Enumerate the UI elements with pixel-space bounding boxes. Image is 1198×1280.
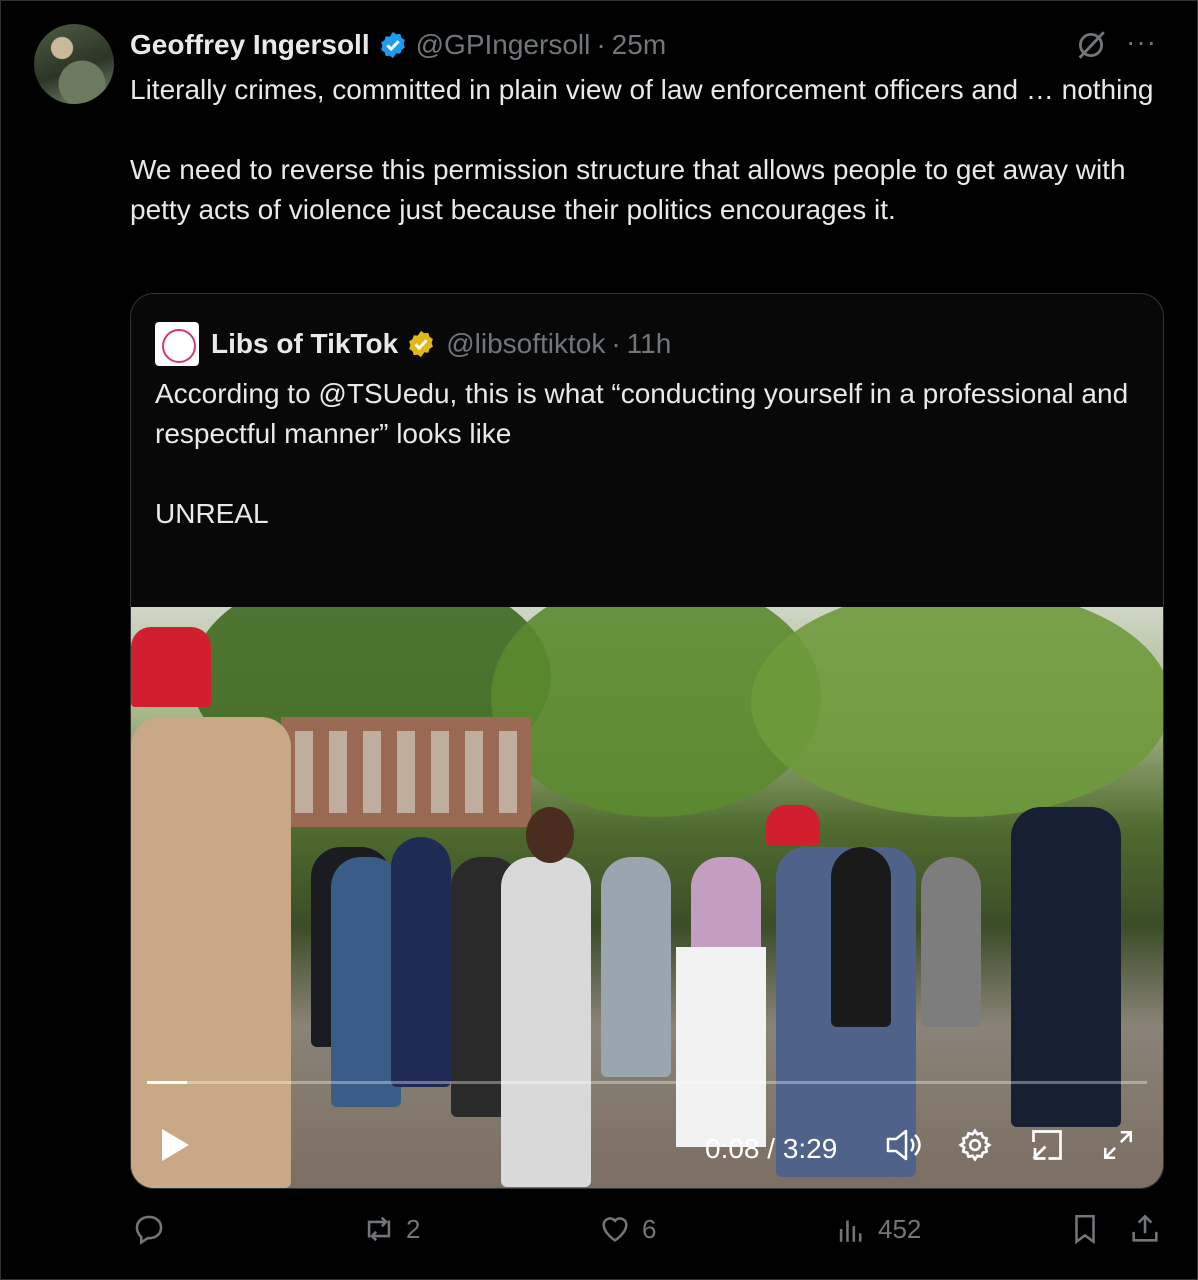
share-icon [1132, 1214, 1158, 1242]
bookmark-button[interactable] [1068, 1212, 1112, 1246]
scene-person [921, 857, 981, 1027]
video-progress-bar[interactable] [147, 1081, 1147, 1084]
scene-police-officer [1011, 807, 1121, 1127]
scene-red-cap [766, 805, 820, 845]
grok-icon[interactable] [1074, 28, 1108, 62]
bookmark-icon [1075, 1214, 1095, 1245]
scene-sign [676, 947, 766, 1147]
like-button[interactable]: 6 [598, 1212, 656, 1246]
settings-button[interactable] [957, 1123, 993, 1167]
quoted-time[interactable]: 11h [627, 328, 672, 360]
quoted-header: Libs of TikTok @libsoftiktok · 11h [155, 322, 671, 366]
video-player[interactable]: 0:08 / 3:29 [131, 607, 1163, 1188]
scene-person [501, 857, 591, 1187]
scene-building [281, 717, 531, 827]
gear-icon [958, 1128, 992, 1162]
tweet-actions: 2 6 452 [0, 1212, 1198, 1256]
video-progress-fill [147, 1081, 187, 1084]
retweet-icon [367, 1216, 391, 1242]
play-icon [162, 1129, 189, 1161]
scene-tree [751, 607, 1163, 817]
quoted-author-name[interactable]: Libs of TikTok [211, 328, 398, 360]
views-chart-icon [839, 1220, 862, 1242]
verified-badge-icon [380, 31, 405, 59]
scene-person [601, 857, 671, 1077]
heart-icon [602, 1217, 628, 1242]
scene-person [131, 717, 291, 1188]
picture-in-picture-icon [1032, 1130, 1062, 1160]
author-handle[interactable]: @GPIngersoll [416, 29, 591, 61]
retweet-count: 2 [406, 1213, 421, 1244]
views-count: 452 [878, 1213, 922, 1244]
share-button[interactable] [1128, 1212, 1172, 1246]
author-avatar[interactable] [34, 24, 114, 104]
scene-person [831, 847, 891, 1027]
author-name[interactable]: Geoffrey Ingersoll [130, 29, 370, 61]
quoted-avatar[interactable] [155, 322, 199, 366]
retweet-button[interactable]: 2 [362, 1212, 420, 1246]
reply-icon [135, 1215, 163, 1245]
more-options-icon[interactable]: ··· [1126, 26, 1157, 58]
tweet-text: Literally crimes, committed in plain vie… [130, 74, 1154, 225]
picture-in-picture-button[interactable] [1029, 1123, 1065, 1167]
tweet-header: Geoffrey Ingersoll @GPIngersoll · 25m [130, 28, 666, 62]
scene-red-cap [131, 627, 211, 707]
volume-icon [886, 1129, 921, 1161]
fullscreen-button[interactable] [1101, 1123, 1135, 1167]
quoted-tweet[interactable]: Libs of TikTok @libsoftiktok · 11h Accor… [130, 293, 1164, 1189]
volume-button[interactable] [885, 1123, 923, 1167]
scene-head [526, 807, 574, 863]
separator-dot: · [611, 328, 621, 359]
separator-dot: · [596, 29, 606, 60]
quoted-text: According to @TSUedu, this is what “cond… [155, 378, 1129, 529]
video-time: 0:08 / 3:29 [705, 1133, 838, 1164]
play-button[interactable] [159, 1123, 191, 1167]
like-count: 6 [642, 1213, 657, 1244]
scene-person [391, 837, 451, 1087]
gold-verified-badge-icon [409, 330, 434, 358]
views-button[interactable]: 452 [834, 1212, 921, 1246]
tweet-time[interactable]: 25m [612, 29, 666, 61]
reply-button[interactable] [132, 1212, 176, 1246]
quoted-author-handle[interactable]: @libsoftiktok [446, 328, 605, 360]
fullscreen-icon [1103, 1130, 1133, 1160]
